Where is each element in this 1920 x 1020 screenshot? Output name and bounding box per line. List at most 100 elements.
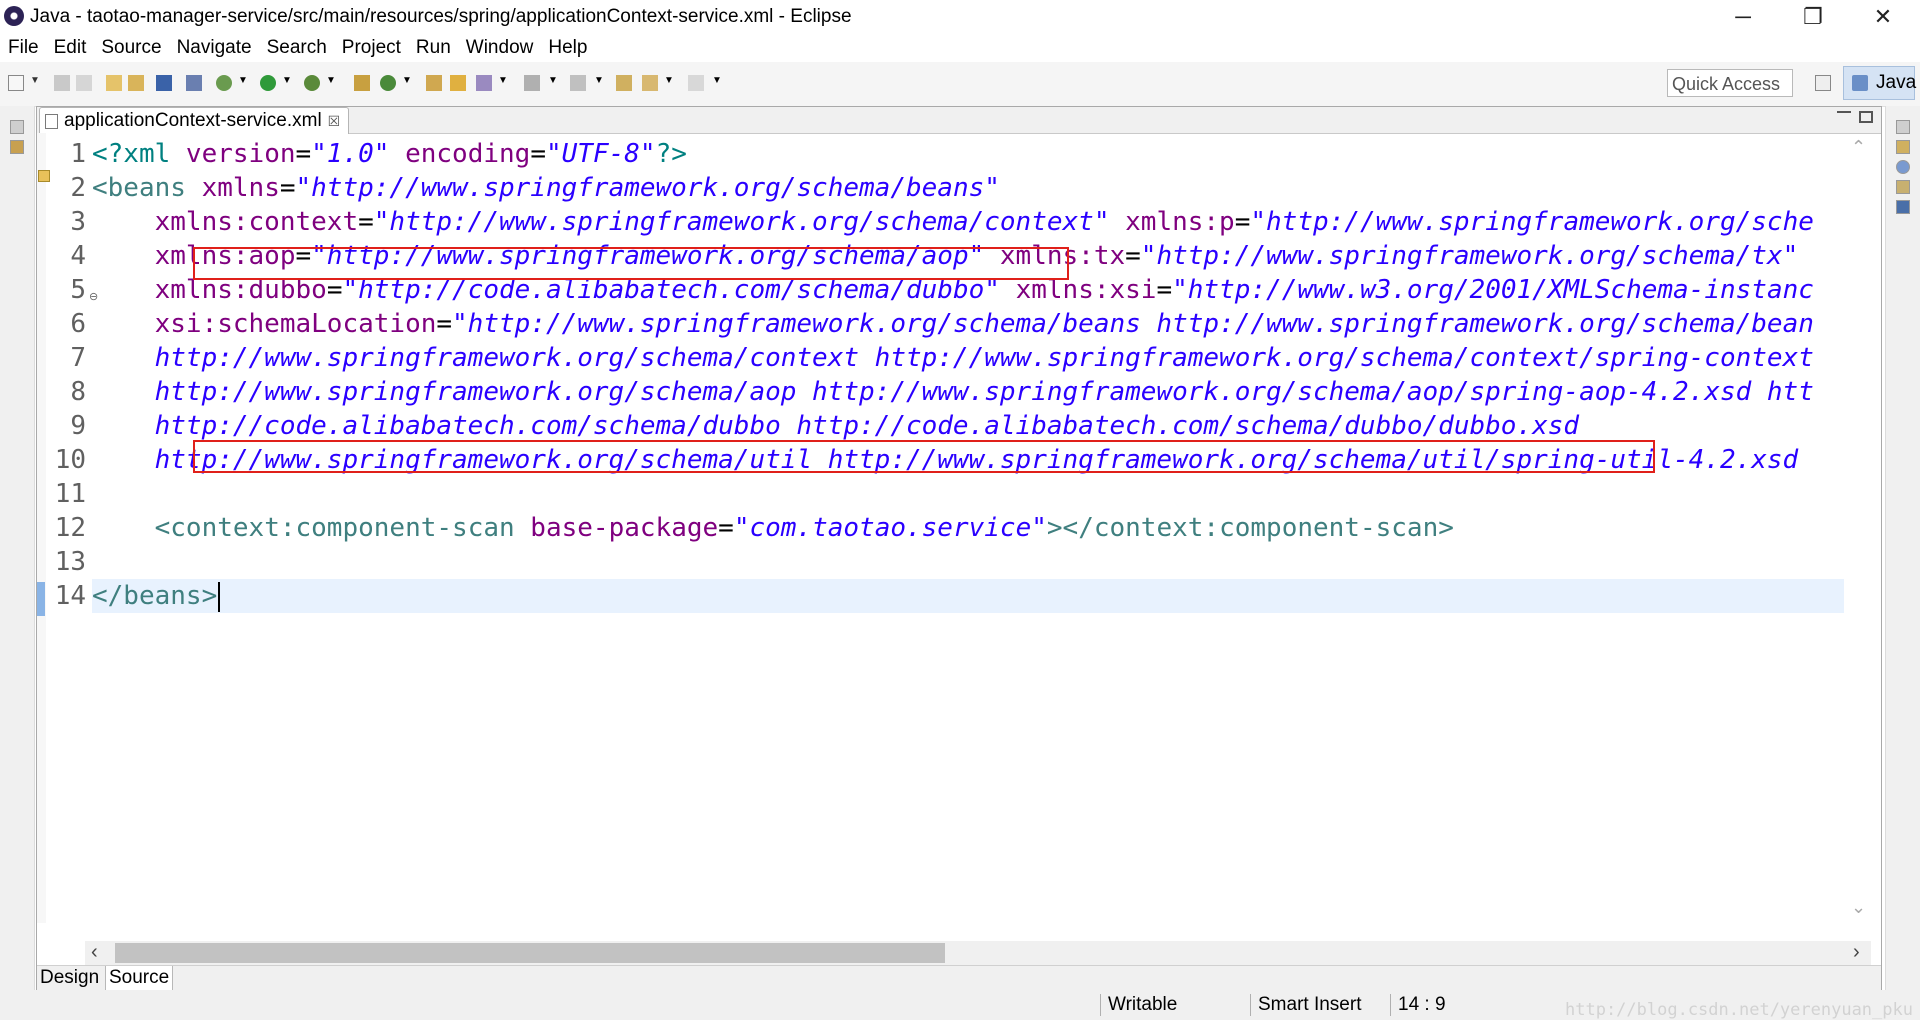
minimize-button[interactable]: ─ bbox=[1708, 0, 1778, 34]
line-number: 5 bbox=[70, 275, 86, 305]
highlight-box-dubbo-schema bbox=[193, 440, 1655, 473]
back-dropdown-icon[interactable]: ▼ bbox=[664, 75, 674, 91]
tab-design[interactable]: Design bbox=[37, 966, 102, 990]
attr-name: xmlns:p bbox=[1109, 207, 1235, 237]
equals: = bbox=[530, 139, 546, 169]
outline-icon[interactable] bbox=[1896, 140, 1910, 154]
menu-navigate[interactable]: Navigate bbox=[169, 34, 259, 62]
menu-run[interactable]: Run bbox=[408, 34, 458, 62]
line-number: 10 bbox=[54, 445, 86, 475]
editor-tab[interactable]: applicationContext-service.xml ☒ bbox=[39, 107, 350, 134]
line-number: 13 bbox=[54, 547, 86, 577]
line-number: 6 bbox=[70, 309, 86, 339]
open-task-icon[interactable] bbox=[128, 75, 144, 91]
xml-file-icon bbox=[45, 114, 58, 129]
menu-file[interactable]: File bbox=[0, 34, 46, 62]
coverage-icon[interactable] bbox=[304, 75, 320, 91]
save-icon[interactable] bbox=[54, 75, 70, 91]
tag-name: <beans bbox=[92, 173, 186, 203]
attr-name: xmlns:context bbox=[92, 207, 359, 237]
code-line-12: <context:component-scan base-package="co… bbox=[92, 511, 1844, 545]
line-number-gutter: 1 2 3 4 5 6 7 8 9 10 11 12 13 14 bbox=[46, 137, 86, 937]
java-perspective-button[interactable]: Java bbox=[1843, 66, 1916, 100]
vertical-scrollbar[interactable]: ⌃ ⌄ bbox=[1845, 135, 1873, 925]
tag-name: ></context:component-scan> bbox=[1046, 513, 1454, 543]
package-explorer-icon[interactable] bbox=[10, 140, 24, 154]
status-writable: Writable bbox=[1108, 994, 1178, 1015]
open-type-icon[interactable] bbox=[106, 75, 122, 91]
attr-value: "http://www.springframework.org/schema/b… bbox=[452, 309, 1814, 339]
console-icon[interactable] bbox=[156, 75, 172, 91]
quick-access-input[interactable]: Quick Access bbox=[1667, 69, 1793, 97]
annotation-ruler bbox=[37, 133, 50, 923]
horizontal-scroll-thumb[interactable] bbox=[115, 943, 945, 963]
menu-source[interactable]: Source bbox=[93, 34, 168, 62]
restore-view-icon[interactable] bbox=[10, 120, 24, 134]
xml-declaration: <?xml bbox=[92, 139, 186, 169]
save-all-icon[interactable] bbox=[76, 75, 92, 91]
equals: = bbox=[358, 207, 374, 237]
new-java-project-icon[interactable] bbox=[354, 75, 370, 91]
scroll-right-icon[interactable]: › bbox=[1853, 941, 1860, 964]
new-dropdown-icon[interactable]: ▼ bbox=[30, 75, 40, 91]
new-class-icon[interactable] bbox=[380, 75, 396, 91]
scroll-left-icon[interactable]: ‹ bbox=[91, 941, 98, 964]
equals: = bbox=[436, 309, 453, 339]
restore-button[interactable]: ❐ bbox=[1778, 0, 1848, 34]
scroll-down-icon[interactable]: ⌄ bbox=[1851, 897, 1866, 918]
run-dropdown-icon[interactable]: ▼ bbox=[282, 75, 292, 91]
next-annotation-icon[interactable] bbox=[524, 75, 540, 91]
code-line-7: http://www.springframework.org/schema/co… bbox=[92, 341, 1844, 375]
line-number: 8 bbox=[70, 377, 86, 407]
problems-icon[interactable] bbox=[1896, 180, 1910, 194]
menu-help[interactable]: Help bbox=[540, 34, 594, 62]
search-tool-icon[interactable] bbox=[476, 75, 492, 91]
horizontal-scrollbar[interactable]: ‹ › bbox=[85, 941, 1871, 965]
new-file-icon[interactable] bbox=[8, 75, 24, 91]
forward-icon[interactable] bbox=[688, 75, 704, 91]
task-list-icon[interactable] bbox=[1896, 160, 1910, 174]
close-button[interactable]: ✕ bbox=[1848, 0, 1918, 34]
attr-name: version bbox=[185, 139, 296, 169]
title-bar: Java - taotao-manager-service/src/main/r… bbox=[0, 0, 1920, 34]
new-class-dropdown-icon[interactable]: ▼ bbox=[402, 75, 412, 91]
console-view-icon[interactable] bbox=[1896, 200, 1910, 214]
attr-value: "http://www.springframework.org/schema/c… bbox=[373, 207, 1110, 237]
attr-value: "UTF-8" bbox=[545, 139, 656, 169]
code-line-14: </beans> bbox=[92, 579, 1844, 613]
status-cursor-position: 14 : 9 bbox=[1398, 994, 1446, 1015]
next-annotation-dropdown-icon[interactable]: ▼ bbox=[548, 75, 558, 91]
status-insert-mode[interactable]: Smart Insert bbox=[1258, 992, 1361, 1018]
maximize-editor-icon[interactable] bbox=[1859, 111, 1873, 123]
code-editor[interactable]: <?xml version="1.0" encoding="UTF-8"?> <… bbox=[92, 137, 1844, 917]
tab-source[interactable]: Source bbox=[105, 966, 174, 991]
last-edit-icon[interactable] bbox=[616, 75, 632, 91]
open-resource-icon[interactable] bbox=[450, 75, 466, 91]
minimize-editor-icon[interactable] bbox=[1837, 111, 1851, 123]
skip-breakpoints-icon[interactable] bbox=[186, 75, 202, 91]
open-perspective-icon[interactable] bbox=[1815, 75, 1831, 91]
line-number: 14 bbox=[54, 581, 86, 611]
restore-right-view-icon[interactable] bbox=[1896, 120, 1910, 134]
line-number: 11 bbox=[54, 479, 86, 509]
debug-dropdown-icon[interactable]: ▼ bbox=[238, 75, 248, 91]
coverage-dropdown-icon[interactable]: ▼ bbox=[326, 75, 336, 91]
attr-value: "http://www.springframework.org/schema/b… bbox=[295, 173, 1000, 203]
menu-search[interactable]: Search bbox=[259, 34, 334, 62]
prev-annotation-icon[interactable] bbox=[570, 75, 586, 91]
back-icon[interactable] bbox=[642, 75, 658, 91]
menu-project[interactable]: Project bbox=[334, 34, 408, 62]
forward-dropdown-icon[interactable]: ▼ bbox=[712, 75, 722, 91]
search-dropdown-icon[interactable]: ▼ bbox=[498, 75, 508, 91]
debug-icon[interactable] bbox=[216, 75, 232, 91]
run-icon[interactable] bbox=[260, 75, 276, 91]
prev-annotation-dropdown-icon[interactable]: ▼ bbox=[594, 75, 604, 91]
tab-close-icon[interactable]: ☒ bbox=[328, 113, 341, 129]
line-number: 7 bbox=[70, 343, 86, 373]
menu-edit[interactable]: Edit bbox=[46, 34, 94, 62]
open-folder-icon[interactable] bbox=[426, 75, 442, 91]
scroll-up-icon[interactable]: ⌃ bbox=[1851, 137, 1866, 158]
menu-window[interactable]: Window bbox=[458, 34, 541, 62]
